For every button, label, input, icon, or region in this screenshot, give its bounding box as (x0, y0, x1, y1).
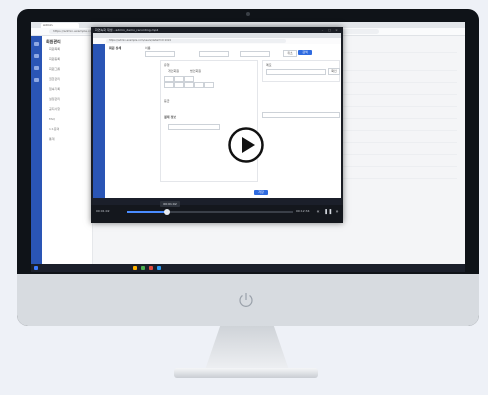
player-title: 화면녹화 재생 - admin_demo_recording.mp4 (95, 28, 159, 32)
recorded-page-title: 회원 상세 (109, 46, 122, 50)
save-button: 저장 (254, 190, 268, 195)
rewind-icon[interactable]: « (314, 208, 322, 216)
submenu-title: 회원관리 (46, 39, 61, 44)
type-input (199, 51, 229, 57)
play-icon (228, 127, 264, 163)
camera-dot (246, 12, 250, 16)
submenu-item[interactable]: 회원그룹 (49, 68, 87, 71)
field-label: 메모 (266, 63, 272, 67)
chip (174, 82, 184, 88)
radio-option: 법인회원 (190, 69, 202, 73)
app-sidebar (31, 36, 42, 264)
recorded-sidebar (93, 44, 105, 198)
submenu-item[interactable]: 설정관리 (49, 98, 87, 101)
chip (164, 82, 174, 88)
power-icon (239, 293, 253, 307)
seek-progress (127, 211, 167, 213)
folder-icon[interactable] (133, 266, 137, 270)
total-duration: 00:12:34 (296, 209, 310, 213)
chip (194, 82, 204, 88)
field-label: 이름 (145, 46, 151, 50)
submenu-item[interactable]: FAQ (49, 118, 87, 121)
close-icon[interactable]: × (334, 28, 339, 32)
detail-input (262, 112, 340, 118)
submenu-item[interactable]: 통계 (49, 138, 87, 141)
maximize-icon[interactable]: □ (327, 28, 332, 32)
browser-icon[interactable] (141, 266, 145, 270)
submenu-item[interactable]: 회원등록 (49, 58, 87, 61)
app-icon[interactable] (149, 266, 153, 270)
recorded-taskbar (93, 198, 341, 205)
chip (184, 82, 194, 88)
chip (204, 82, 214, 88)
recorded-address-bar: https://admin.example.com/users/detail?i… (106, 39, 286, 43)
select-field (168, 124, 220, 130)
monitor-stand-base (174, 368, 318, 378)
confirm-button: 확인 (328, 68, 340, 75)
os-taskbar (31, 264, 465, 272)
elapsed-time: 00:01:02 (96, 209, 110, 213)
submenu-item[interactable]: 공지사항 (49, 108, 87, 111)
users-icon[interactable] (34, 54, 39, 58)
submenu-item[interactable]: 권한관리 (49, 78, 87, 81)
submenu-item[interactable]: 회원목록 (49, 48, 87, 51)
field-label: 유형 (164, 63, 170, 67)
search-button: 검색 (298, 50, 312, 55)
radio-option: 개인회원 (168, 69, 180, 73)
name-input (145, 51, 175, 57)
minimize-icon[interactable]: – (320, 28, 325, 32)
submenu-item[interactable]: 1:1문의 (49, 128, 87, 131)
seek-handle[interactable] (164, 209, 170, 215)
cancel-button: 취소 (283, 50, 297, 57)
start-icon[interactable] (34, 266, 38, 270)
play-button[interactable] (228, 127, 264, 163)
chart-icon[interactable] (34, 78, 39, 82)
field-label: 등급 (164, 99, 170, 103)
settings-icon[interactable] (34, 66, 39, 70)
monitor-stand-neck (205, 326, 289, 370)
memo-input (266, 69, 326, 75)
seek-tooltip: 00:01:02 (160, 201, 180, 207)
app-icon[interactable] (157, 266, 161, 270)
home-icon[interactable] (34, 42, 39, 46)
pause-icon[interactable]: ❚❚ (324, 208, 332, 216)
section-label: 결제 정보 (164, 115, 177, 119)
submenu-item[interactable]: 접속기록 (49, 88, 87, 91)
player-controls (91, 205, 343, 223)
forward-icon[interactable]: » (334, 208, 340, 216)
date-input (240, 51, 270, 57)
